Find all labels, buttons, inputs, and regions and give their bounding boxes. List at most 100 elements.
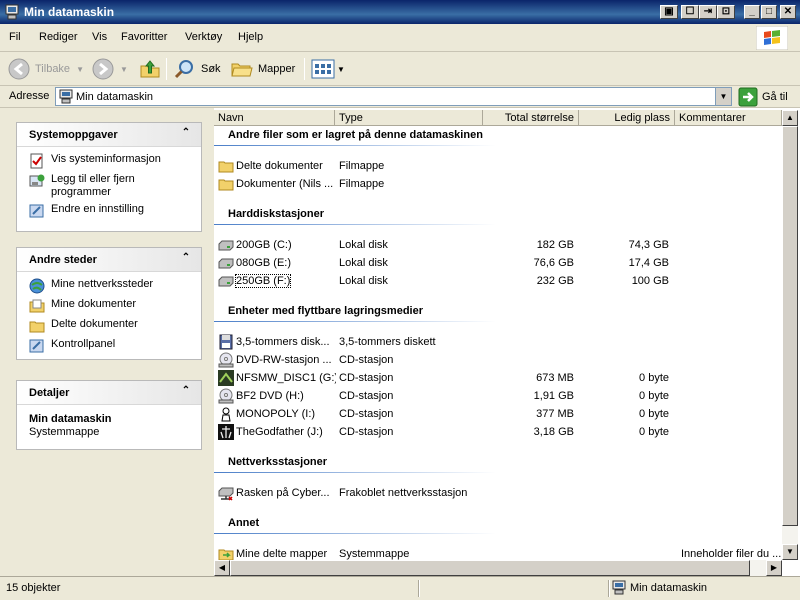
chevron-down-icon[interactable]: ▼	[120, 65, 128, 74]
hard-drive-icon	[218, 276, 234, 287]
column-header-type[interactable]: Type	[335, 110, 483, 126]
column-header-bar: Navn Type Total størrelse Ledig plass Ko…	[214, 110, 782, 126]
network-places-icon	[29, 278, 45, 294]
item-total-size: 3,18 GB	[533, 426, 574, 438]
back-button[interactable]: Tilbake ▼	[8, 57, 84, 81]
menu-hjelp[interactable]: Hjelp	[238, 31, 263, 43]
list-item[interactable]: Dokumenter (Nils ... Filmappe	[214, 175, 782, 193]
link-add-remove-programs[interactable]: Legg til eller fjern programmer	[29, 173, 191, 199]
floppy-drive-icon	[219, 334, 233, 350]
status-divider	[608, 580, 610, 597]
item-type: Frakoblet nettverksstasjon	[339, 487, 468, 499]
link-system-info[interactable]: Vis systeminformasjon	[29, 153, 191, 169]
views-icon	[311, 59, 335, 79]
link-shared-documents[interactable]: Delte dokumenter	[29, 318, 191, 334]
details-type: Systemmappe	[29, 426, 100, 438]
search-button[interactable]: Søk	[173, 57, 221, 81]
panel-header[interactable]: Andre steder ⌃	[17, 248, 201, 272]
group-divider	[214, 472, 496, 473]
menu-fil[interactable]: Fil	[9, 31, 21, 43]
item-type: Systemmappe	[339, 548, 410, 560]
link-label: Mine dokumenter	[51, 298, 136, 310]
tray-icon[interactable]: ▣	[660, 5, 678, 19]
toolbar: Tilbake ▼ ▼ Søk Mapper ▼	[0, 52, 800, 86]
vertical-scrollbar[interactable]: ▲ ▼	[782, 110, 798, 560]
column-header-comments[interactable]: Kommentarer	[675, 110, 782, 126]
item-name: Dokumenter (Nils ...	[236, 178, 334, 190]
link-change-setting[interactable]: Endre en innstilling	[29, 203, 191, 219]
list-item[interactable]: 200GB (C:) Lokal disk 182 GB 74,3 GB	[214, 236, 782, 254]
collapse-icon[interactable]: ⌃	[179, 127, 193, 141]
panel-title: Detaljer	[29, 387, 70, 399]
list-item[interactable]: NFSMW_DISC1 (G:) CD-stasjon 673 MB 0 byt…	[214, 369, 782, 387]
go-button[interactable]: Gå til	[738, 87, 788, 107]
tray-icon[interactable]: ⇥	[699, 5, 717, 19]
chevron-down-icon[interactable]: ▼	[76, 65, 84, 74]
up-folder-button[interactable]	[139, 57, 161, 81]
views-button[interactable]: ▼	[311, 57, 345, 81]
list-item[interactable]: 250GB (F:) Lokal disk 232 GB 100 GB	[214, 272, 782, 290]
title-bar[interactable]: Min datamaskin ▣ ☐ ⇥ ⊡ _ □ ✕	[0, 0, 800, 24]
list-item[interactable]: Delte dokumenter Filmappe	[214, 157, 782, 175]
scroll-up-arrow-icon[interactable]: ▲	[782, 110, 798, 126]
panel-header[interactable]: Detaljer ⌃	[17, 381, 201, 405]
menu-vis[interactable]: Vis	[92, 31, 107, 43]
horizontal-scrollbar[interactable]: ◀ ▶	[214, 560, 782, 576]
address-dropdown-button[interactable]: ▼	[715, 88, 731, 105]
link-label: Endre en innstilling	[51, 203, 144, 215]
address-input[interactable]: Min datamaskin ▼	[55, 87, 732, 106]
maximize-button[interactable]: □	[761, 5, 777, 19]
details-name: Min datamaskin	[29, 413, 112, 425]
link-control-panel[interactable]: Kontrollpanel	[29, 338, 191, 354]
item-type: Filmappe	[339, 160, 385, 172]
collapse-icon[interactable]: ⌃	[179, 252, 193, 266]
item-free-space: 0 byte	[639, 426, 669, 438]
link-label: Delte dokumenter	[51, 318, 138, 330]
list-item[interactable]: TheGodfather (J:) CD-stasjon 3,18 GB 0 b…	[214, 423, 782, 441]
hard-drive-icon	[218, 258, 234, 269]
status-location: Min datamaskin	[612, 580, 707, 595]
windows-logo-icon	[756, 26, 788, 50]
list-item[interactable]: MONOPOLY (I:) CD-stasjon 377 MB 0 byte	[214, 405, 782, 423]
file-list[interactable]: Navn Type Total størrelse Ledig plass Ko…	[214, 108, 800, 576]
link-network-places[interactable]: Mine nettverkssteder	[29, 278, 191, 294]
item-name: DVD-RW-stasjon ...	[236, 354, 332, 366]
tray-icon[interactable]: ☐	[681, 5, 699, 19]
list-item[interactable]: DVD-RW-stasjon ... CD-stasjon	[214, 351, 782, 369]
item-free-space: 0 byte	[639, 372, 669, 384]
scroll-left-arrow-icon[interactable]: ◀	[214, 560, 230, 576]
column-header-total-size[interactable]: Total størrelse	[483, 110, 579, 126]
column-header-name[interactable]: Navn	[214, 110, 335, 126]
menu-rediger[interactable]: Rediger	[39, 31, 78, 43]
panel-header[interactable]: Systemoppgaver ⌃	[17, 123, 201, 147]
scroll-thumb[interactable]	[782, 126, 798, 526]
item-type: 3,5-tommers diskett	[339, 336, 436, 348]
minimize-button[interactable]: _	[744, 5, 760, 19]
list-item[interactable]: Rasken på Cyber... Frakoblet nettverksst…	[214, 484, 782, 502]
close-button[interactable]: ✕	[780, 5, 796, 19]
item-total-size: 182 GB	[536, 239, 574, 251]
tray-icon[interactable]: ⊡	[717, 5, 735, 19]
computer-icon	[59, 89, 73, 104]
menu-favoritter[interactable]: Favoritter	[121, 31, 167, 43]
network-drive-icon	[218, 487, 234, 501]
item-name: MONOPOLY (I:)	[236, 408, 316, 420]
item-name: Mine delte mapper	[236, 548, 328, 560]
collapse-icon[interactable]: ⌃	[179, 385, 193, 399]
folders-button[interactable]: Mapper	[230, 57, 295, 81]
menu-verktoy[interactable]: Verktøy	[185, 31, 222, 43]
column-header-free-space[interactable]: Ledig plass	[579, 110, 675, 126]
list-item[interactable]: 3,5-tommers disk... 3,5-tommers diskett	[214, 333, 782, 351]
group-divider	[214, 533, 496, 534]
scroll-right-arrow-icon[interactable]: ▶	[766, 560, 782, 576]
item-type: Lokal disk	[339, 275, 388, 287]
scroll-thumb[interactable]	[230, 560, 750, 576]
scroll-down-arrow-icon[interactable]: ▼	[782, 544, 798, 560]
link-my-documents[interactable]: Mine dokumenter	[29, 298, 191, 314]
list-item[interactable]: BF2 DVD (H:) CD-stasjon 1,91 GB 0 byte	[214, 387, 782, 405]
forward-button[interactable]: ▼	[92, 57, 128, 81]
list-item[interactable]: 080GB (E:) Lokal disk 76,6 GB 17,4 GB	[214, 254, 782, 272]
chevron-down-icon[interactable]: ▼	[337, 65, 345, 74]
computer-icon	[612, 580, 626, 595]
item-free-space: 17,4 GB	[628, 257, 669, 269]
